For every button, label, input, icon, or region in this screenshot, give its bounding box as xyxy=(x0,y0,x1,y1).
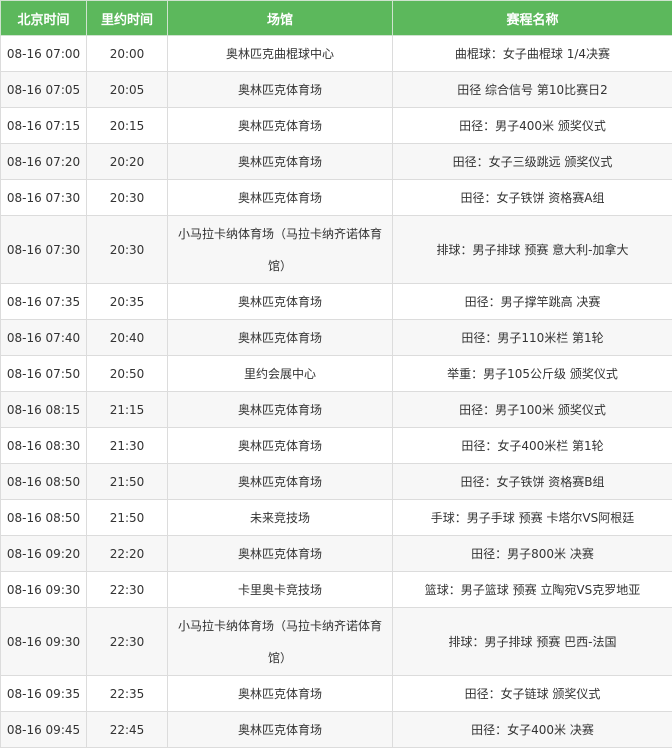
table-row: 08-16 09:3022:30小马拉卡纳体育场（马拉卡纳齐诺体育馆）排球：男子… xyxy=(1,608,672,676)
table-row: 08-16 07:2020:20奥林匹克体育场田径：女子三级跳远 颁奖仪式 xyxy=(1,144,672,180)
cell-event-name: 田径：男子110米栏 第1轮 xyxy=(393,320,672,356)
table-row: 08-16 07:3020:30小马拉卡纳体育场（马拉卡纳齐诺体育馆）排球：男子… xyxy=(1,216,672,284)
table-row: 08-16 07:0520:05奥林匹克体育场田径 综合信号 第10比赛日2 xyxy=(1,72,672,108)
cell-rio-time: 21:50 xyxy=(87,464,168,500)
cell-beijing-time: 08-16 08:15 xyxy=(1,392,87,428)
cell-venue: 小马拉卡纳体育场（马拉卡纳齐诺体育馆） xyxy=(168,608,393,676)
cell-event-name: 田径：女子链球 颁奖仪式 xyxy=(393,676,672,712)
cell-rio-time: 20:30 xyxy=(87,180,168,216)
cell-venue: 奥林匹克体育场 xyxy=(168,284,393,320)
cell-beijing-time: 08-16 07:05 xyxy=(1,72,87,108)
table-row: 08-16 09:3022:30卡里奥卡竞技场篮球：男子篮球 预赛 立陶宛VS克… xyxy=(1,572,672,608)
cell-beijing-time: 08-16 09:30 xyxy=(1,608,87,676)
header-row: 北京时间 里约时间 场馆 赛程名称 xyxy=(1,1,672,36)
cell-beijing-time: 08-16 09:45 xyxy=(1,712,87,748)
cell-event-name: 排球：男子排球 预赛 意大利-加拿大 xyxy=(393,216,672,284)
header-venue: 场馆 xyxy=(168,1,393,36)
table-row: 08-16 08:5021:50未来竞技场手球：男子手球 预赛 卡塔尔VS阿根廷 xyxy=(1,500,672,536)
cell-venue: 奥林匹克体育场 xyxy=(168,536,393,572)
cell-venue: 奥林匹克体育场 xyxy=(168,108,393,144)
cell-event-name: 田径：女子铁饼 资格赛B组 xyxy=(393,464,672,500)
schedule-table: 北京时间 里约时间 场馆 赛程名称 08-16 07:0020:00奥林匹克曲棍… xyxy=(0,0,672,748)
cell-event-name: 田径：男子400米 颁奖仪式 xyxy=(393,108,672,144)
cell-beijing-time: 08-16 08:50 xyxy=(1,464,87,500)
cell-event-name: 田径：女子铁饼 资格赛A组 xyxy=(393,180,672,216)
table-row: 08-16 08:5021:50奥林匹克体育场田径：女子铁饼 资格赛B组 xyxy=(1,464,672,500)
table-row: 08-16 08:1521:15奥林匹克体育场田径：男子100米 颁奖仪式 xyxy=(1,392,672,428)
cell-rio-time: 20:35 xyxy=(87,284,168,320)
cell-venue: 奥林匹克体育场 xyxy=(168,72,393,108)
cell-beijing-time: 08-16 07:15 xyxy=(1,108,87,144)
cell-rio-time: 20:50 xyxy=(87,356,168,392)
cell-venue: 奥林匹克体育场 xyxy=(168,180,393,216)
cell-venue: 奥林匹克体育场 xyxy=(168,464,393,500)
cell-event-name: 曲棍球：女子曲棍球 1/4决赛 xyxy=(393,36,672,72)
cell-beijing-time: 08-16 09:20 xyxy=(1,536,87,572)
cell-venue: 未来竞技场 xyxy=(168,500,393,536)
cell-venue: 奥林匹克体育场 xyxy=(168,144,393,180)
cell-beijing-time: 08-16 08:50 xyxy=(1,500,87,536)
cell-beijing-time: 08-16 09:35 xyxy=(1,676,87,712)
cell-rio-time: 20:40 xyxy=(87,320,168,356)
table-row: 08-16 07:0020:00奥林匹克曲棍球中心曲棍球：女子曲棍球 1/4决赛 xyxy=(1,36,672,72)
header-beijing-time: 北京时间 xyxy=(1,1,87,36)
cell-rio-time: 20:00 xyxy=(87,36,168,72)
header-rio-time: 里约时间 xyxy=(87,1,168,36)
cell-event-name: 田径：男子100米 颁奖仪式 xyxy=(393,392,672,428)
cell-event-name: 田径：女子400米 决赛 xyxy=(393,712,672,748)
cell-event-name: 篮球：男子篮球 预赛 立陶宛VS克罗地亚 xyxy=(393,572,672,608)
cell-venue: 奥林匹克体育场 xyxy=(168,712,393,748)
cell-beijing-time: 08-16 07:35 xyxy=(1,284,87,320)
cell-event-name: 田径：女子400米栏 第1轮 xyxy=(393,428,672,464)
cell-event-name: 田径：女子三级跳远 颁奖仪式 xyxy=(393,144,672,180)
cell-rio-time: 20:05 xyxy=(87,72,168,108)
cell-venue: 里约会展中心 xyxy=(168,356,393,392)
header-event-name: 赛程名称 xyxy=(393,1,672,36)
cell-venue: 奥林匹克体育场 xyxy=(168,320,393,356)
cell-venue: 小马拉卡纳体育场（马拉卡纳齐诺体育馆） xyxy=(168,216,393,284)
cell-beijing-time: 08-16 07:30 xyxy=(1,180,87,216)
cell-venue: 奥林匹克曲棍球中心 xyxy=(168,36,393,72)
cell-rio-time: 22:20 xyxy=(87,536,168,572)
cell-rio-time: 20:15 xyxy=(87,108,168,144)
cell-rio-time: 22:30 xyxy=(87,572,168,608)
table-row: 08-16 08:3021:30奥林匹克体育场田径：女子400米栏 第1轮 xyxy=(1,428,672,464)
cell-rio-time: 21:50 xyxy=(87,500,168,536)
cell-venue: 卡里奥卡竞技场 xyxy=(168,572,393,608)
cell-rio-time: 21:15 xyxy=(87,392,168,428)
cell-beijing-time: 08-16 09:30 xyxy=(1,572,87,608)
cell-event-name: 举重：男子105公斤级 颁奖仪式 xyxy=(393,356,672,392)
cell-beijing-time: 08-16 07:40 xyxy=(1,320,87,356)
cell-venue: 奥林匹克体育场 xyxy=(168,392,393,428)
cell-rio-time: 22:35 xyxy=(87,676,168,712)
cell-venue: 奥林匹克体育场 xyxy=(168,428,393,464)
cell-event-name: 田径：男子800米 决赛 xyxy=(393,536,672,572)
cell-venue: 奥林匹克体育场 xyxy=(168,676,393,712)
cell-event-name: 手球：男子手球 预赛 卡塔尔VS阿根廷 xyxy=(393,500,672,536)
cell-beijing-time: 08-16 07:50 xyxy=(1,356,87,392)
cell-rio-time: 22:45 xyxy=(87,712,168,748)
table-row: 08-16 07:3520:35奥林匹克体育场田径：男子撑竿跳高 决赛 xyxy=(1,284,672,320)
cell-beijing-time: 08-16 08:30 xyxy=(1,428,87,464)
cell-beijing-time: 08-16 07:30 xyxy=(1,216,87,284)
cell-rio-time: 22:30 xyxy=(87,608,168,676)
cell-event-name: 田径 综合信号 第10比赛日2 xyxy=(393,72,672,108)
table-row: 08-16 07:5020:50里约会展中心举重：男子105公斤级 颁奖仪式 xyxy=(1,356,672,392)
table-row: 08-16 09:4522:45奥林匹克体育场田径：女子400米 决赛 xyxy=(1,712,672,748)
table-row: 08-16 07:3020:30奥林匹克体育场田径：女子铁饼 资格赛A组 xyxy=(1,180,672,216)
table-row: 08-16 09:3522:35奥林匹克体育场田径：女子链球 颁奖仪式 xyxy=(1,676,672,712)
table-row: 08-16 09:2022:20奥林匹克体育场田径：男子800米 决赛 xyxy=(1,536,672,572)
cell-beijing-time: 08-16 07:20 xyxy=(1,144,87,180)
cell-event-name: 排球：男子排球 预赛 巴西-法国 xyxy=(393,608,672,676)
cell-rio-time: 20:20 xyxy=(87,144,168,180)
cell-event-name: 田径：男子撑竿跳高 决赛 xyxy=(393,284,672,320)
cell-beijing-time: 08-16 07:00 xyxy=(1,36,87,72)
table-row: 08-16 07:1520:15奥林匹克体育场田径：男子400米 颁奖仪式 xyxy=(1,108,672,144)
cell-rio-time: 21:30 xyxy=(87,428,168,464)
table-row: 08-16 07:4020:40奥林匹克体育场田径：男子110米栏 第1轮 xyxy=(1,320,672,356)
cell-rio-time: 20:30 xyxy=(87,216,168,284)
